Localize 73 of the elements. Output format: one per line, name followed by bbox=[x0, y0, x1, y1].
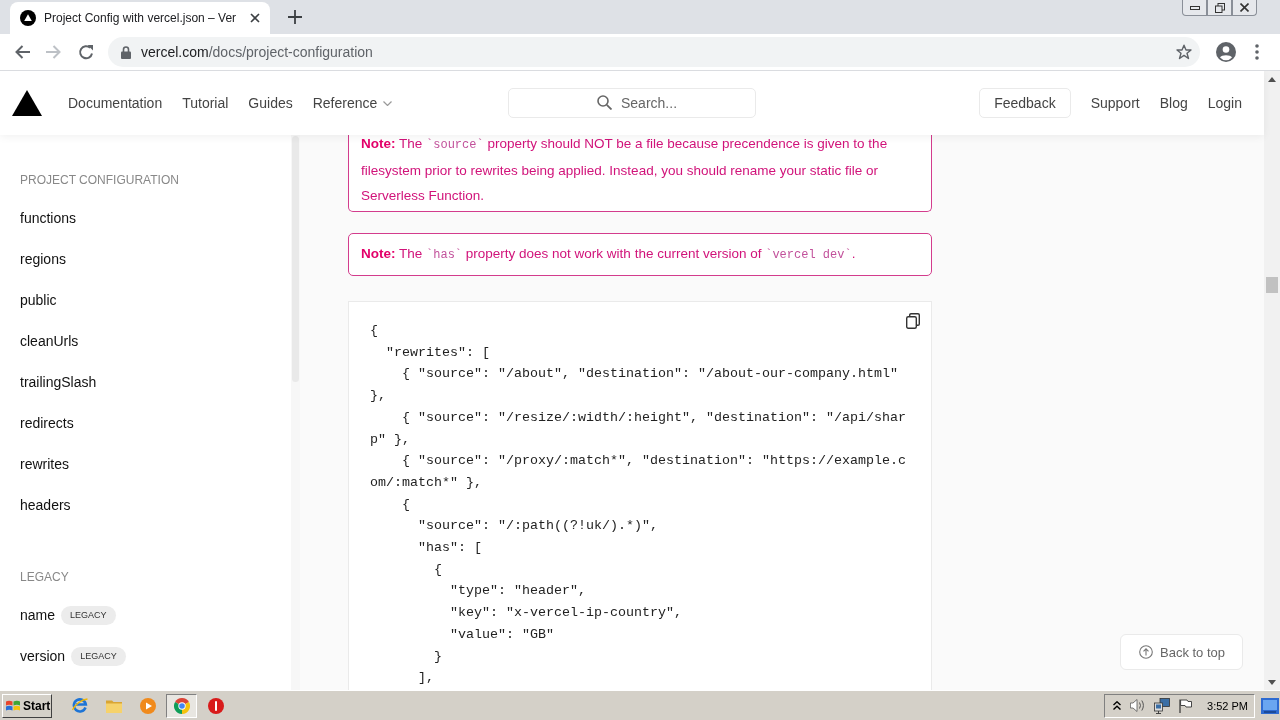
header-button[interactable]: Feedback bbox=[979, 88, 1071, 118]
start-flag-icon bbox=[6, 699, 20, 712]
browser-tab[interactable]: Project Config with vercel.json – Ver bbox=[10, 2, 271, 34]
item-tag: LEGACY bbox=[61, 605, 116, 625]
forward-arrow-icon bbox=[46, 44, 62, 60]
sidebar-link[interactable]: cleanUrls bbox=[20, 331, 79, 351]
e-logo-icon bbox=[71, 697, 88, 714]
copy-icon bbox=[906, 313, 920, 329]
sidebar-link[interactable]: name LEGACY bbox=[20, 605, 116, 625]
note-text: Note: The `source` property should NOT be a file because precendence is given to the filesystem prior to rewrites being applied. Instead, you should rename your static file or Serverless Function. bbox=[361, 135, 889, 205]
taskbar-app-button[interactable] bbox=[166, 693, 197, 718]
sidebar-scrollbar[interactable] bbox=[291, 135, 300, 690]
menu-dots-icon bbox=[1255, 44, 1259, 60]
lock-icon bbox=[121, 45, 131, 59]
speaker-icon[interactable] bbox=[1130, 699, 1146, 712]
sidebar-link[interactable]: trailingSlash bbox=[20, 372, 97, 392]
header-link[interactable]: Support bbox=[1090, 95, 1140, 111]
minimize-button[interactable] bbox=[1182, 0, 1207, 16]
scrollbar-thumb[interactable] bbox=[292, 136, 299, 382]
play-icon bbox=[139, 697, 156, 714]
header-link[interactable]: Login bbox=[1207, 95, 1242, 111]
triangle-logo-icon[interactable] bbox=[12, 90, 42, 116]
chevron-down-icon bbox=[383, 100, 393, 106]
code-text: { "rewrites": [ { "source": "/about", "destination": "/about-our-company.html" }, { "source": "/resize/:width/:height", "destination": "/api/shar p" }, { "source": "/proxy/:match*", "destination": "https://example.c om/:match*" }, { "source": "/:path((?!uk/).*)", "has": [ { "type": "header", "key": "x-vercel-ip-country", "value": "GB" } ], bbox=[370, 322, 906, 688]
start-button[interactable]: Start bbox=[2, 693, 52, 718]
tab-close-button[interactable] bbox=[248, 11, 263, 25]
search-field[interactable]: Search... bbox=[508, 88, 756, 118]
header-link[interactable]: Blog bbox=[1159, 95, 1188, 111]
nav-link[interactable]: Tutorial bbox=[182, 95, 229, 111]
close-window-button[interactable] bbox=[1232, 0, 1257, 16]
chevrons-up-icon[interactable] bbox=[1113, 701, 1122, 710]
close-icon bbox=[250, 13, 261, 23]
address-bar[interactable]: vercel.com/docs/project-configuration bbox=[108, 37, 1200, 67]
restore-icon bbox=[1214, 2, 1225, 13]
star-icon bbox=[1176, 44, 1192, 60]
plus-icon bbox=[288, 10, 303, 24]
sidebar-link[interactable]: version LEGACY bbox=[20, 646, 126, 666]
account-icon bbox=[1216, 42, 1236, 62]
sidebar-link[interactable]: redirects bbox=[20, 413, 74, 433]
nav-link[interactable]: Documentation bbox=[68, 95, 163, 111]
alert-icon bbox=[207, 697, 224, 714]
network-icon[interactable] bbox=[1154, 697, 1171, 714]
nav-link[interactable]: Guides bbox=[248, 95, 293, 111]
scroll-up-icon[interactable] bbox=[1268, 77, 1276, 82]
restore-button[interactable] bbox=[1207, 0, 1232, 16]
sidebar-link[interactable]: headers bbox=[20, 495, 71, 515]
copy-button[interactable] bbox=[906, 313, 920, 329]
sidebar-link[interactable]: functions bbox=[20, 208, 77, 228]
back-arrow-icon bbox=[14, 44, 30, 60]
nav-link[interactable]: Reference bbox=[312, 95, 393, 111]
reload-icon bbox=[78, 44, 94, 60]
favicon-icon bbox=[20, 10, 36, 26]
scroll-down-icon[interactable] bbox=[1268, 680, 1276, 685]
arrow-up-circle-icon bbox=[1139, 645, 1153, 659]
search-icon bbox=[597, 95, 612, 110]
new-tab-button[interactable] bbox=[288, 10, 303, 24]
folder-icon bbox=[105, 698, 122, 713]
back-to-top-button[interactable]: Back to top bbox=[1120, 634, 1243, 670]
minimize-icon bbox=[1189, 5, 1200, 10]
scrollbar-thumb[interactable] bbox=[1266, 277, 1278, 294]
note-text: Note: The `has` property does not work with the current version of `vercel dev`. bbox=[361, 245, 857, 264]
section-heading: LEGACY bbox=[20, 569, 69, 585]
close-icon bbox=[1240, 3, 1249, 12]
browser-logo-icon bbox=[173, 697, 190, 714]
sidebar-link[interactable]: rewrites bbox=[20, 454, 69, 474]
page-scrollbar[interactable] bbox=[1264, 71, 1280, 690]
section-heading: PROJECT CONFIGURATION bbox=[20, 172, 179, 188]
sidebar-link[interactable]: public bbox=[20, 290, 57, 310]
sidebar-link[interactable]: regions bbox=[20, 249, 66, 269]
flag-icon[interactable] bbox=[1179, 698, 1193, 713]
clock-text: 3:52 PM bbox=[1207, 699, 1248, 712]
item-tag: LEGACY bbox=[71, 646, 126, 666]
desktop-icon[interactable] bbox=[1261, 697, 1279, 714]
